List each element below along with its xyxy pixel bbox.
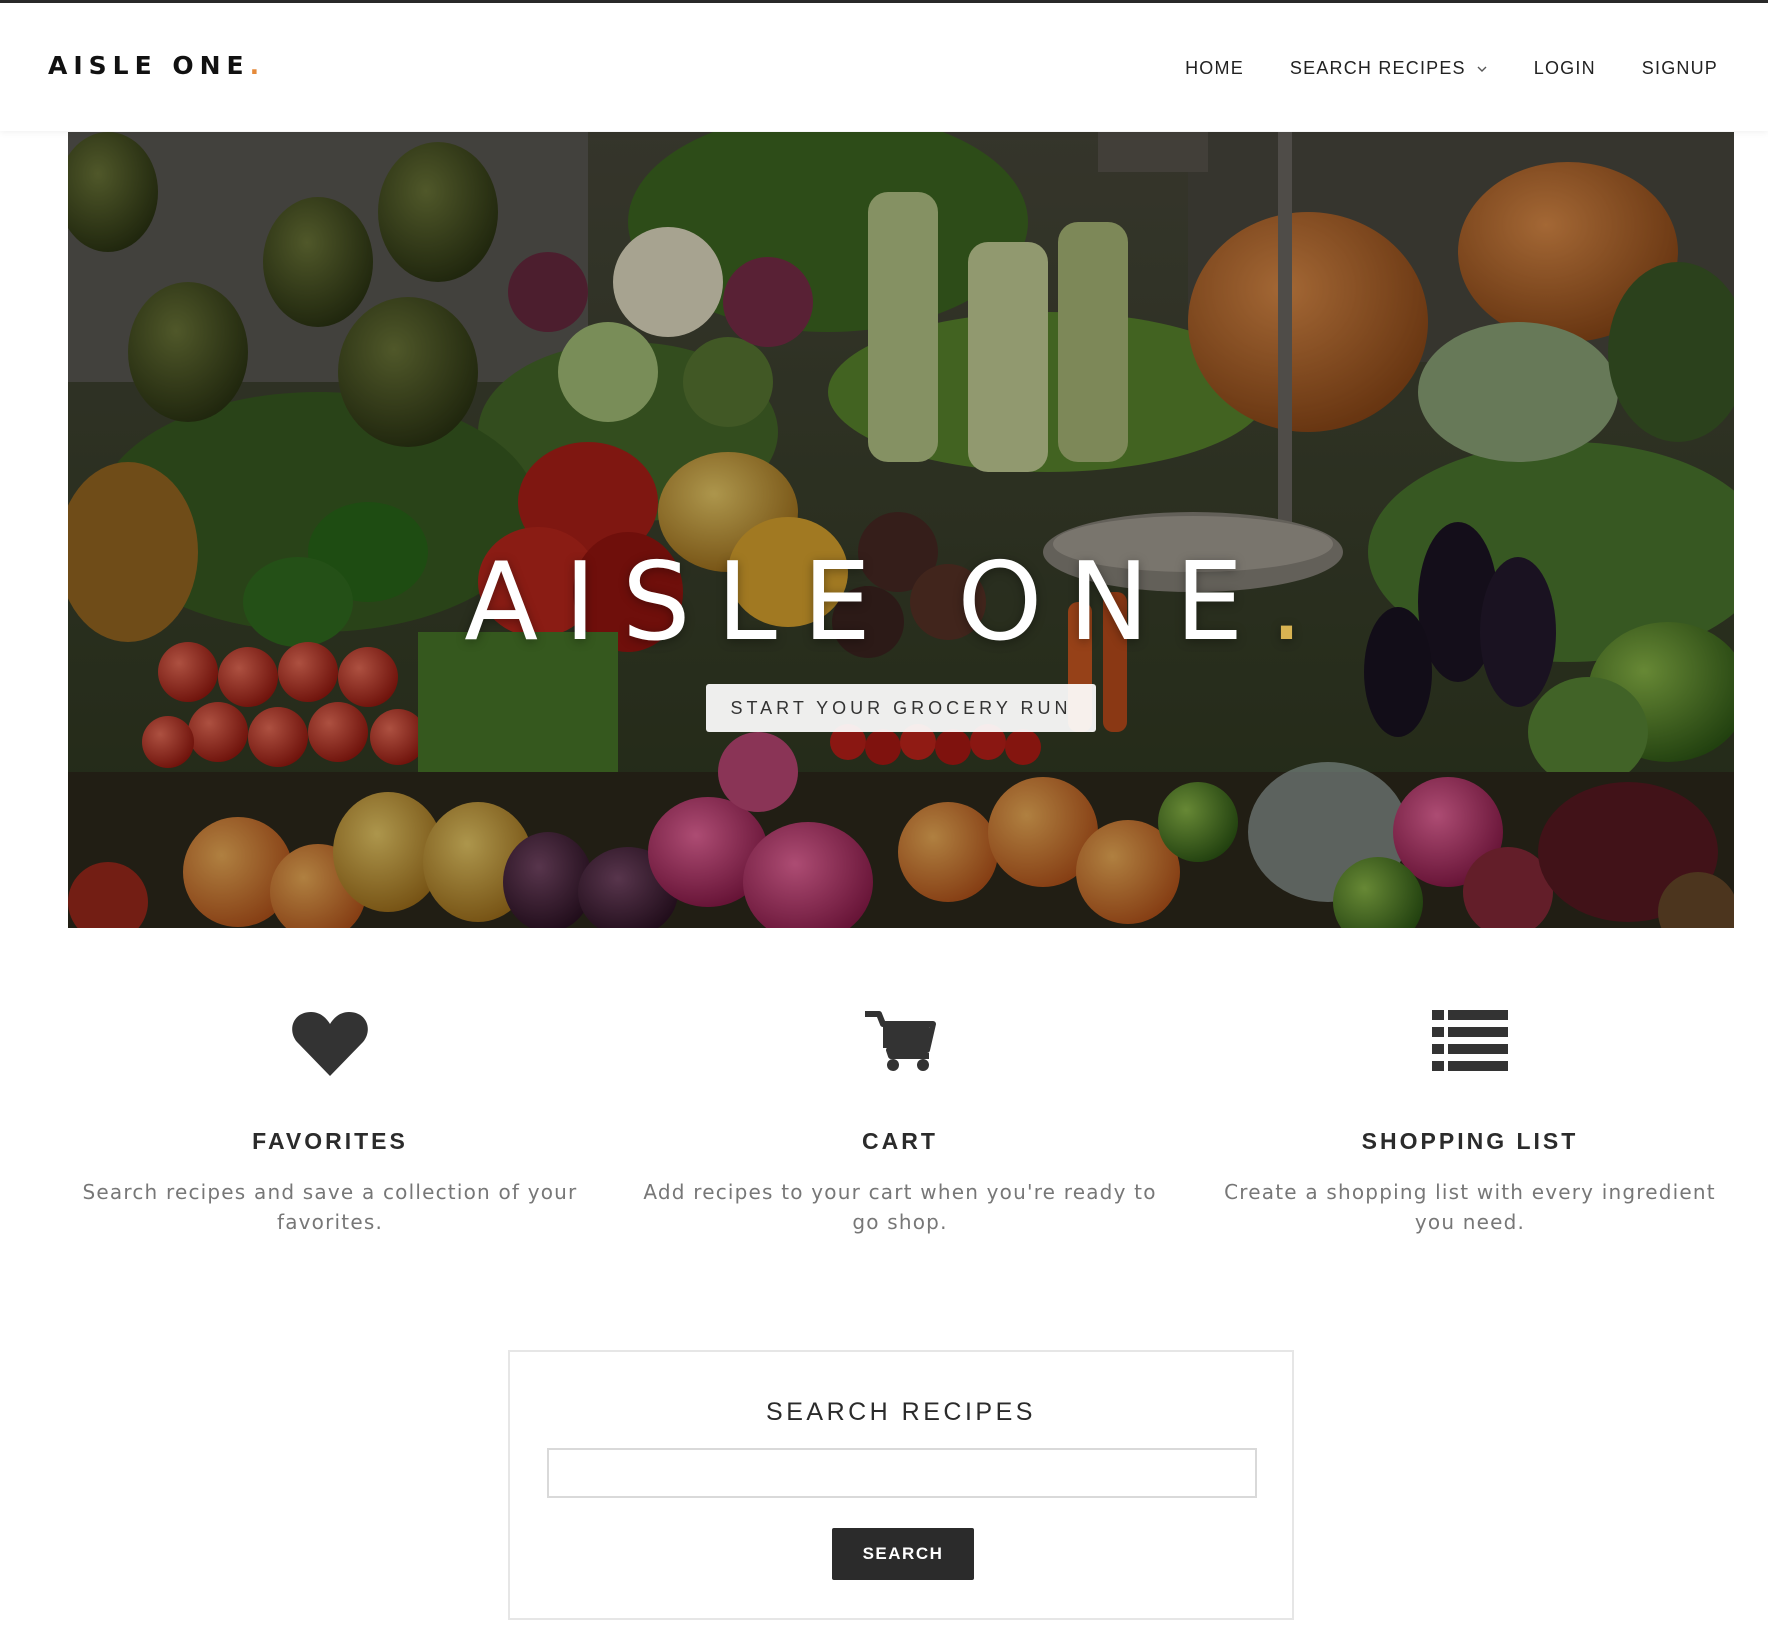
start-grocery-run-button[interactable]: START YOUR GROCERY RUN bbox=[706, 684, 1096, 732]
search-input[interactable] bbox=[547, 1448, 1257, 1498]
feature-favorites-icon-wrap bbox=[60, 1010, 600, 1086]
feature-shopping-list-description: Create a shopping list with every ingred… bbox=[1224, 1180, 1716, 1234]
main-nav: HOME SEARCH RECIPES LOGIN SIGNUP bbox=[1185, 58, 1718, 79]
feature-shopping-list: SHOPPING LIST Create a shopping list wit… bbox=[1200, 1010, 1740, 1237]
site-logo[interactable]: AISLE ONE. bbox=[48, 51, 265, 80]
search-recipes-panel: SEARCH RECIPES SEARCH bbox=[508, 1350, 1294, 1620]
feature-cart: CART Add recipes to your cart when you'r… bbox=[630, 1010, 1170, 1237]
nav-signup[interactable]: SIGNUP bbox=[1642, 58, 1718, 79]
feature-cart-description: Add recipes to your cart when you're rea… bbox=[643, 1180, 1157, 1234]
feature-favorites: FAVORITES Search recipes and save a coll… bbox=[60, 1010, 600, 1237]
chevron-down-icon bbox=[1477, 66, 1487, 72]
search-recipes-heading: SEARCH RECIPES bbox=[766, 1398, 1036, 1426]
hero-overlay bbox=[68, 132, 1734, 928]
feature-favorites-description: Search recipes and save a collection of … bbox=[82, 1180, 578, 1234]
feature-shopping-list-title: SHOPPING LIST bbox=[1361, 1128, 1579, 1154]
hero-title-text: AISLE ONE bbox=[464, 540, 1270, 665]
nav-login[interactable]: LOGIN bbox=[1534, 58, 1596, 79]
feature-shopping-list-icon-wrap bbox=[1200, 1010, 1740, 1086]
site-header: AISLE ONE. HOME SEARCH RECIPES LOGIN SIG… bbox=[0, 3, 1768, 131]
hero-title-dot: . bbox=[1269, 540, 1330, 665]
logo-text: AISLE ONE bbox=[48, 51, 250, 80]
feature-cart-icon-wrap bbox=[630, 1010, 1170, 1086]
hero-title: AISLE ONE. bbox=[0, 540, 1768, 665]
nav-home[interactable]: HOME bbox=[1185, 58, 1244, 79]
hero-banner bbox=[68, 132, 1734, 928]
nav-search-recipes[interactable]: SEARCH RECIPES bbox=[1290, 58, 1488, 79]
feature-favorites-title: FAVORITES bbox=[252, 1128, 408, 1154]
feature-cart-title: CART bbox=[862, 1128, 938, 1154]
cart-icon bbox=[865, 1011, 936, 1071]
list-icon bbox=[1432, 1010, 1508, 1071]
nav-search-recipes-label: SEARCH RECIPES bbox=[1289, 58, 1466, 78]
search-button[interactable]: SEARCH bbox=[832, 1528, 974, 1580]
logo-dot: . bbox=[249, 51, 266, 80]
heart-icon bbox=[292, 1012, 368, 1076]
